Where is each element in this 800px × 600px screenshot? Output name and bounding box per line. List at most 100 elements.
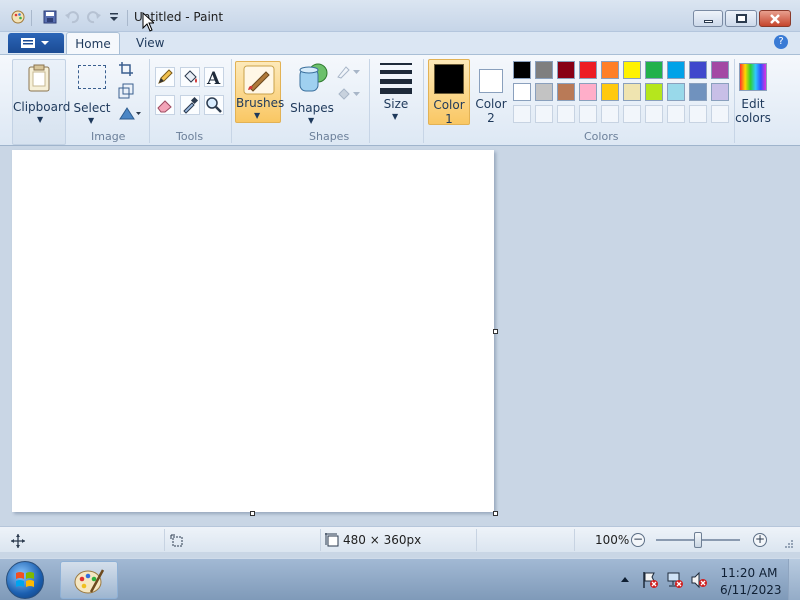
- color-swatch[interactable]: [711, 83, 729, 101]
- maximize-button[interactable]: [725, 10, 757, 27]
- custom-color-swatch[interactable]: [623, 105, 641, 123]
- size-line-thick: [380, 79, 412, 84]
- color-swatch[interactable]: [535, 83, 553, 101]
- pencil-tool[interactable]: [155, 67, 175, 87]
- zoom-in-button[interactable]: +: [753, 533, 767, 547]
- color-swatch[interactable]: [623, 83, 641, 101]
- color-swatch[interactable]: [689, 83, 707, 101]
- color-swatch[interactable]: [711, 61, 729, 79]
- group-separator: [149, 59, 150, 143]
- color1-label-line1: Color: [433, 98, 465, 112]
- show-desktop-button[interactable]: [788, 559, 800, 600]
- color-swatch[interactable]: [645, 61, 663, 79]
- color-swatch[interactable]: [645, 83, 663, 101]
- color-picker-tool[interactable]: [180, 95, 200, 115]
- clipboard-button[interactable]: Clipboard ▼: [12, 59, 70, 145]
- paint-menu-button[interactable]: [8, 33, 64, 53]
- size-button[interactable]: Size ▼: [376, 61, 416, 121]
- brushes-button[interactable]: Brushes ▼: [235, 61, 284, 123]
- color-swatch[interactable]: [557, 83, 575, 101]
- shapes-button[interactable]: Shapes ▼: [290, 61, 334, 125]
- tab-view[interactable]: View: [136, 36, 164, 50]
- customize-qat-icon[interactable]: [106, 9, 122, 25]
- status-separator: [320, 529, 321, 551]
- color-swatch[interactable]: [667, 83, 685, 101]
- pencil-icon: [158, 69, 173, 84]
- action-center-flag-icon[interactable]: [642, 571, 658, 589]
- edit-colors-button[interactable]: Edit colors: [735, 61, 771, 127]
- chevron-down-icon: ▼: [254, 111, 261, 120]
- color2-button[interactable]: Color 2: [472, 59, 508, 125]
- color-swatch[interactable]: [667, 61, 685, 79]
- group-separator: [231, 59, 232, 143]
- image-size-icon: [325, 533, 339, 547]
- image-size-text: 480 × 360px: [343, 533, 422, 547]
- network-icon[interactable]: [666, 571, 684, 589]
- custom-color-swatch[interactable]: [645, 105, 663, 123]
- custom-color-swatch[interactable]: [557, 105, 575, 123]
- color2-label-line2: 2: [487, 111, 495, 125]
- color-swatch[interactable]: [513, 83, 531, 101]
- volume-muted-icon[interactable]: [690, 571, 708, 589]
- svg-text:A: A: [206, 69, 221, 86]
- tab-home[interactable]: Home: [66, 32, 120, 54]
- qat-separator: [31, 10, 32, 26]
- status-separator: [164, 529, 165, 551]
- resize-handle-bottom[interactable]: [250, 511, 255, 516]
- color1-button[interactable]: Color 1: [428, 59, 470, 126]
- color-swatch[interactable]: [689, 61, 707, 79]
- color-swatch[interactable]: [513, 61, 531, 79]
- custom-color-swatch[interactable]: [667, 105, 685, 123]
- save-icon[interactable]: [42, 9, 58, 25]
- color-swatch[interactable]: [535, 61, 553, 79]
- custom-color-swatch[interactable]: [513, 105, 531, 123]
- zoom-out-button[interactable]: −: [631, 533, 645, 547]
- size-grip-icon[interactable]: [784, 539, 794, 549]
- shapes-group-label: Shapes: [309, 130, 350, 143]
- clock-time[interactable]: 11:20 AM: [720, 566, 778, 580]
- colors-group-label: Colors: [584, 130, 619, 143]
- select-button[interactable]: Select ▼: [73, 61, 111, 125]
- color-swatch[interactable]: [623, 61, 641, 79]
- custom-color-swatch[interactable]: [535, 105, 553, 123]
- color-swatch[interactable]: [601, 61, 619, 79]
- paint-app-icon[interactable]: [10, 9, 26, 25]
- size-label: Size: [383, 97, 409, 111]
- custom-color-swatch[interactable]: [579, 105, 597, 123]
- minimize-button[interactable]: [693, 10, 723, 27]
- show-hidden-icons[interactable]: [620, 575, 630, 583]
- custom-color-swatch[interactable]: [711, 105, 729, 123]
- resize-handle-corner[interactable]: [493, 511, 498, 516]
- resize-icon[interactable]: [118, 83, 134, 99]
- taskbar: 11:20 AM 6/11/2023: [0, 558, 800, 600]
- text-tool[interactable]: A: [204, 67, 224, 89]
- custom-color-swatch[interactable]: [601, 105, 619, 123]
- crop-icon[interactable]: [118, 61, 134, 77]
- color-swatch[interactable]: [579, 61, 597, 79]
- help-icon[interactable]: ?: [774, 35, 788, 49]
- fill-shape-icon[interactable]: [336, 85, 362, 101]
- rotate-icon[interactable]: [118, 105, 142, 121]
- color-swatch[interactable]: [579, 83, 597, 101]
- redo-icon[interactable]: [86, 9, 102, 25]
- outline-icon[interactable]: [336, 63, 362, 79]
- close-button[interactable]: [759, 10, 791, 27]
- resize-handle-right[interactable]: [493, 329, 498, 334]
- drawing-canvas[interactable]: [12, 150, 494, 512]
- magnifier-tool[interactable]: [204, 95, 224, 115]
- clock-date[interactable]: 6/11/2023: [720, 583, 782, 597]
- ribbon-tab-row: Home View ?: [0, 32, 800, 54]
- eraser-tool[interactable]: [155, 95, 175, 115]
- selection-size-icon: [170, 534, 183, 547]
- taskbar-paint-app[interactable]: [60, 561, 118, 599]
- text-icon: A: [206, 69, 221, 89]
- zoom-slider-thumb[interactable]: [694, 532, 702, 548]
- undo-icon[interactable]: [64, 9, 80, 25]
- fill-tool[interactable]: [180, 67, 200, 87]
- mouse-cursor-icon: [142, 12, 154, 32]
- custom-color-swatch[interactable]: [689, 105, 707, 123]
- start-button[interactable]: [6, 561, 44, 599]
- color-swatch[interactable]: [601, 83, 619, 101]
- ribbon: Clipboard ▼ Select ▼ Image A Tools Brush…: [0, 54, 800, 146]
- color-swatch[interactable]: [557, 61, 575, 79]
